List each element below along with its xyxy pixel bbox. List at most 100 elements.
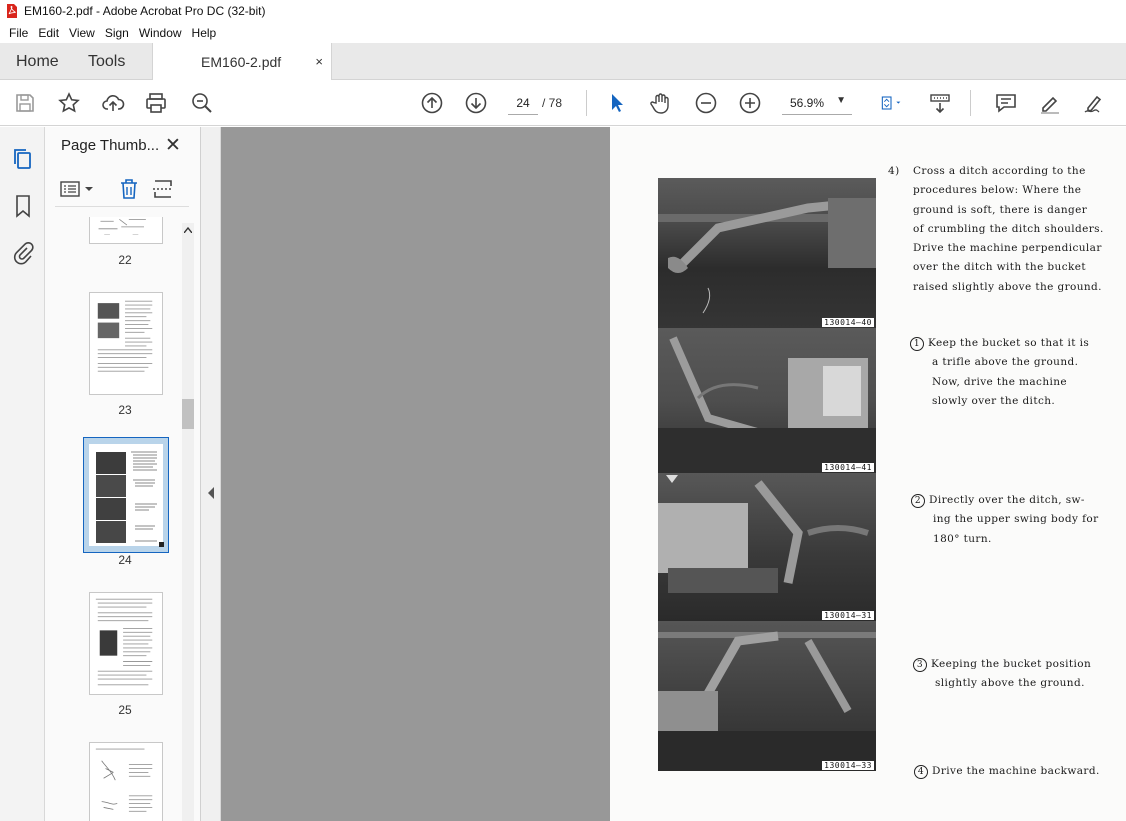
step-line: 180° turn.	[933, 532, 992, 545]
previous-page-button[interactable]	[419, 90, 445, 116]
bookmark-star-button[interactable]	[56, 90, 82, 116]
zoom-value: 56.9%	[790, 95, 825, 110]
thumbnail-page[interactable]	[89, 217, 163, 244]
page-preview	[98, 218, 146, 235]
insert-pages-button[interactable]	[151, 177, 175, 201]
thumbnail-page[interactable]	[89, 292, 163, 395]
close-panel-button[interactable]: ✕	[165, 134, 181, 157]
fill-sign-button[interactable]	[1081, 90, 1107, 116]
chevron-down-icon: ▼	[836, 95, 846, 106]
thumbnail-page[interactable]	[89, 742, 163, 821]
step-number: 3	[913, 658, 927, 672]
plus-circle-icon	[739, 92, 761, 114]
scroll-up-arrow-icon[interactable]	[184, 227, 192, 233]
menu-sign[interactable]: Sign	[100, 26, 134, 40]
arrow-down-circle-icon	[465, 92, 487, 114]
thumbnail-list: 22 23 24 25	[45, 217, 181, 821]
page-preview	[89, 444, 164, 547]
collapse-panel-arrow-icon[interactable]	[207, 487, 215, 499]
photo-2: 130014—41	[658, 328, 876, 473]
toolbar: / 78 56.9% ▼	[0, 80, 1126, 126]
hand-tool-button[interactable]	[648, 90, 674, 116]
menu-file[interactable]: File	[4, 26, 33, 40]
thumbnail-page[interactable]	[89, 592, 163, 695]
bookmarks-button[interactable]	[10, 193, 36, 219]
thumbnail-label: 23	[118, 403, 132, 417]
panel-title: Page Thumb...	[61, 137, 160, 154]
step-line: slightly above the ground.	[935, 677, 1085, 690]
highlight-button[interactable]	[1037, 90, 1063, 116]
pdf-page: 130014—40 130014—41 130014—31 130014—33 …	[610, 127, 1126, 821]
scrollbar-thumb[interactable]	[182, 399, 194, 429]
tab-document[interactable]: EM160-2.pdf ×	[152, 43, 332, 80]
print-button[interactable]	[143, 90, 169, 116]
step-number: 2	[911, 494, 925, 508]
document-tab-label: EM160-2.pdf	[201, 53, 282, 70]
fit-page-icon	[881, 96, 901, 110]
tab-tools[interactable]: Tools	[88, 43, 125, 80]
excavator-photo-graphic	[658, 475, 869, 593]
select-tool-button[interactable]	[604, 90, 630, 116]
pages-copy-icon	[14, 149, 31, 169]
keyboard-scroll-icon	[930, 94, 950, 114]
tab-home[interactable]: Home	[16, 43, 59, 80]
thumbnail-page-selected[interactable]	[83, 437, 169, 553]
upload-cloud-button[interactable]	[100, 90, 126, 116]
step-line: Keeping the bucket position	[931, 658, 1092, 670]
intro-line: procedures below: Where the	[913, 184, 1082, 197]
cloud-upload-icon	[102, 95, 125, 111]
menu-help[interactable]: Help	[187, 26, 222, 40]
page-number-input[interactable]	[508, 91, 538, 115]
step-line: Directly over the ditch, sw-	[929, 494, 1085, 506]
page-thumbnails-button[interactable]	[10, 147, 36, 173]
title-bar: EM160-2.pdf - Adobe Acrobat Pro DC (32-b…	[0, 0, 1126, 22]
bookmark-icon	[16, 195, 30, 218]
scrolling-mode-button[interactable]	[927, 90, 953, 116]
thumbnail-label: 25	[118, 703, 132, 717]
photo-code: 130014—31	[822, 611, 874, 620]
save-button[interactable]	[12, 90, 38, 116]
photo-1: 130014—40	[658, 178, 876, 328]
star-icon	[58, 92, 80, 113]
menu-edit[interactable]: Edit	[33, 26, 64, 40]
menu-view[interactable]: View	[64, 26, 100, 40]
window-title: EM160-2.pdf - Adobe Acrobat Pro DC (32-b…	[24, 4, 266, 18]
minus-circle-icon	[695, 92, 717, 114]
menu-bar: File Edit View Sign Window Help	[0, 22, 1126, 43]
find-button[interactable]	[189, 90, 215, 116]
page-preview-graphic	[96, 451, 157, 543]
step-line: slowly over the ditch.	[932, 394, 1056, 407]
intro-line: ground is soft, there is danger	[913, 203, 1088, 216]
photo-code: 130014—33	[822, 761, 874, 770]
paperclip-icon	[13, 241, 34, 265]
comment-button[interactable]	[993, 90, 1019, 116]
photo-code: 130014—41	[822, 463, 874, 472]
step-line: a trifle above the ground.	[932, 356, 1079, 369]
toolbar-separator	[586, 90, 587, 116]
delete-pages-button[interactable]	[117, 177, 141, 201]
pen-sign-icon	[1084, 95, 1102, 113]
intro-line: of crumbling the ditch shoulders.	[913, 222, 1104, 235]
intro-line: Cross a ditch according to the	[913, 165, 1086, 177]
intro-line: Drive the machine perpendicular	[913, 242, 1102, 255]
close-tab-button[interactable]: ×	[315, 54, 323, 69]
resize-handle[interactable]	[159, 542, 164, 547]
zoom-level-dropdown[interactable]: 56.9% ▼	[782, 91, 852, 115]
zoom-search-icon	[192, 93, 212, 113]
next-page-button[interactable]	[463, 90, 489, 116]
panel-splitter[interactable]	[201, 127, 221, 821]
step-line: Keep the bucket so that it is	[928, 337, 1090, 349]
comment-icon	[996, 94, 1016, 113]
zoom-out-button[interactable]	[693, 90, 719, 116]
page-thumbnails-panel: Page Thumb... ✕ 22 23 24 25	[45, 127, 201, 821]
step-line: Now, drive the machine	[932, 375, 1068, 388]
menu-window[interactable]: Window	[134, 26, 187, 40]
tab-bar: Home Tools EM160-2.pdf ×	[0, 43, 1126, 80]
attachments-button[interactable]	[10, 239, 36, 265]
thumbnail-scrollbar[interactable]	[182, 223, 194, 821]
document-canvas-background	[221, 127, 610, 821]
intro-line: raised slightly above the ground.	[913, 280, 1102, 293]
thumbnail-options-button[interactable]	[59, 177, 97, 201]
fit-page-button[interactable]	[872, 90, 910, 116]
zoom-in-button[interactable]	[737, 90, 763, 116]
